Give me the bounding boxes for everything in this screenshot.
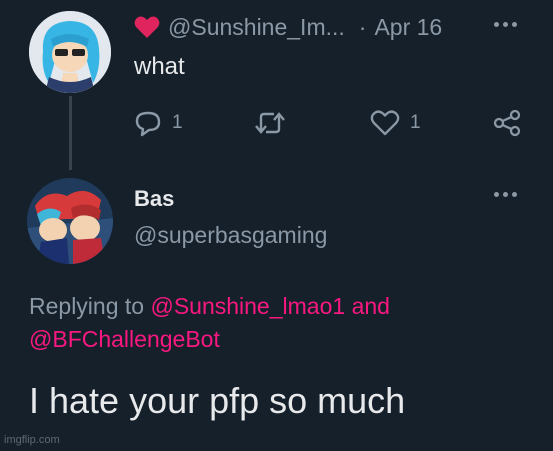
avatar-image [29,11,111,93]
retweet-icon [255,112,285,134]
more-icon[interactable] [494,22,517,27]
avatar[interactable] [27,178,113,264]
replying-prefix: Replying to [29,293,145,319]
replying-to: Replying to @Sunshine_lmao1 and @BFChall… [29,290,390,356]
heart-icon [134,15,160,39]
tweet1-date[interactable]: Apr 16 [374,14,442,41]
tweet1-handle[interactable]: @Sunshine_Im... [168,14,345,41]
more-icon[interactable] [494,192,517,197]
reply-count: 1 [172,112,183,133]
share-icon [493,109,521,137]
like-count: 1 [410,112,421,133]
tweet1-text: what [134,53,185,80]
mention-link[interactable]: @Sunshine_lmao1 [150,293,345,319]
like-button[interactable]: 1 [370,104,421,142]
watermark: imgflip.com [4,434,60,446]
reply-button[interactable]: 1 [134,104,183,142]
avatar-image [27,178,113,264]
tweet-text: I hate your pfp so much [29,380,406,421]
avatar[interactable] [29,11,111,93]
thread-line [69,96,72,170]
user-handle[interactable]: @superbasgaming [134,222,327,249]
tweet1-actions: 1 1 [134,104,526,142]
retweet-button[interactable] [254,104,296,142]
display-name[interactable]: Bas [134,186,174,212]
share-button[interactable] [492,104,522,142]
replying-and: and [351,293,390,319]
separator-dot: · [358,13,367,40]
mention-link[interactable]: @BFChallengeBot [29,326,220,352]
tweet1-header: @Sunshine_Im... · Apr 16 [134,10,442,44]
like-icon [370,110,400,136]
reply-icon [135,111,161,137]
